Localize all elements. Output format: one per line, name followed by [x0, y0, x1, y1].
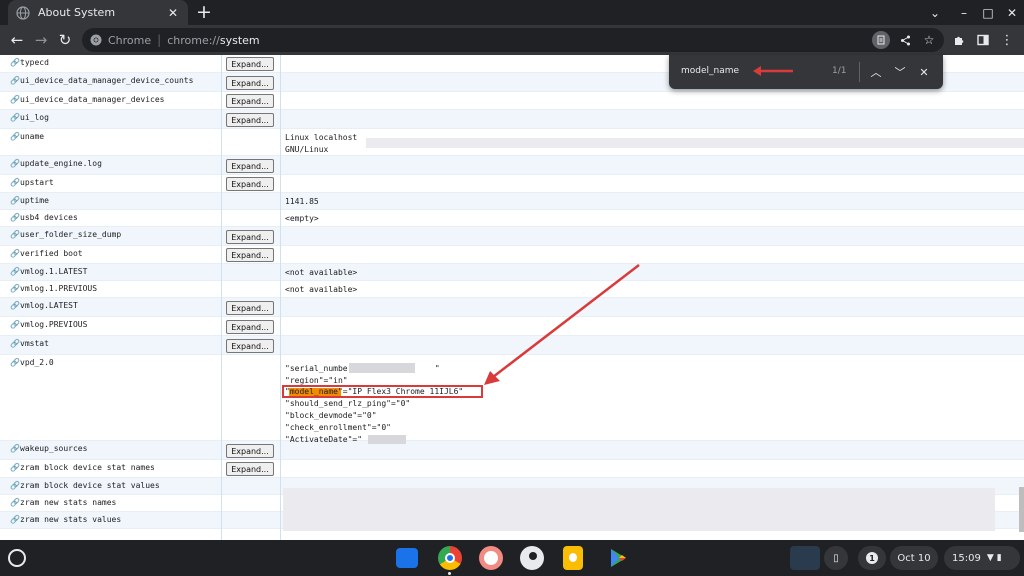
duck-app-icon[interactable]	[520, 546, 544, 570]
play-triangle-icon	[611, 549, 626, 567]
annotation-arrow-line	[492, 264, 640, 378]
tab-strip: About System ✕ + ⌄ – □ ✕	[0, 0, 1024, 25]
new-tab-button[interactable]: +	[194, 1, 214, 23]
status-tray[interactable]: 15:09 ▼ ▮	[944, 546, 1020, 570]
close-icon[interactable]: ✕	[166, 6, 180, 20]
tab-about-system[interactable]: About System ✕	[8, 0, 188, 25]
files-app-icon[interactable]	[396, 548, 418, 568]
side-panel-glyph	[977, 34, 989, 46]
back-arrow-icon[interactable]: ←	[6, 29, 28, 51]
find-annotation-arrow	[753, 66, 793, 76]
tab-title: About System	[38, 6, 116, 19]
keep-app-icon[interactable]	[563, 546, 583, 570]
puzzle-icon	[955, 36, 964, 45]
find-divider	[859, 62, 860, 82]
reload-icon[interactable]: ↻	[54, 29, 76, 51]
address-bar[interactable]: Chrome | chrome://system ☆	[82, 28, 944, 52]
annotation-overlay	[484, 264, 640, 385]
notification-counter[interactable]: 1	[858, 546, 886, 570]
system-table: 🔗 typecd Expand... 🔗 ui_device_data_manager_…	[0, 55, 1024, 540]
side-panel-icon[interactable]	[972, 29, 994, 51]
document-icon	[877, 35, 885, 45]
wifi-icon: ▼	[986, 553, 994, 563]
forward-arrow-icon[interactable]: →	[30, 29, 52, 51]
launcher-icon[interactable]	[8, 549, 26, 567]
url-text: chrome://system	[167, 34, 259, 47]
chrome-logo-icon	[90, 34, 102, 46]
window-close-icon[interactable]: ✕	[1000, 0, 1024, 25]
play-store-icon[interactable]	[606, 546, 630, 570]
battery-icon: ▮	[996, 553, 1002, 563]
cursive-app-icon[interactable]	[479, 546, 503, 570]
url-host: system	[219, 33, 260, 47]
chrome-running-indicator	[448, 572, 451, 575]
toolbar: ← → ↻ Chrome | chrome://system ☆ ⋮	[0, 25, 1024, 55]
screen: About System ✕ + ⌄ – □ ✕ ← → ↻ Chrome | …	[0, 0, 1024, 576]
screen-capture-preview[interactable]	[790, 546, 820, 570]
scheme-label: Chrome	[108, 33, 152, 47]
share-icon[interactable]	[896, 31, 914, 49]
find-close-icon[interactable]: ✕	[915, 63, 933, 81]
globe-icon	[16, 5, 30, 20]
date-tray[interactable]: Oct 10	[890, 546, 938, 570]
extensions-icon[interactable]	[948, 29, 970, 51]
page-info-icon[interactable]	[872, 31, 890, 49]
shelf: ▯ 1 Oct 10 15:09 ▼ ▮	[0, 540, 1024, 576]
url-prefix: chrome://	[167, 33, 220, 47]
find-input[interactable]: model_name	[681, 66, 739, 76]
notification-badge: 1	[866, 552, 878, 564]
find-match-count: 1/1	[832, 66, 847, 76]
menu-icon[interactable]: ⋮	[996, 29, 1018, 51]
minimize-icon[interactable]: –	[952, 0, 976, 25]
chrome-app-icon[interactable]	[438, 546, 462, 570]
chevron-up-icon[interactable]: ︿	[867, 63, 885, 81]
maximize-icon[interactable]: □	[976, 0, 1000, 25]
share-glyph	[900, 35, 910, 45]
phone-hub-icon[interactable]: ▯	[824, 546, 848, 570]
find-bar: model_name 1/1 ︿ ﹀ ✕	[669, 55, 943, 89]
address-separator: |	[157, 33, 162, 47]
chevron-down-icon[interactable]: ﹀	[891, 63, 909, 81]
bookmark-star-icon[interactable]: ☆	[920, 31, 938, 49]
tab-search-chevron-down-icon[interactable]: ⌄	[923, 0, 947, 25]
clock-time: 15:09	[952, 552, 981, 564]
